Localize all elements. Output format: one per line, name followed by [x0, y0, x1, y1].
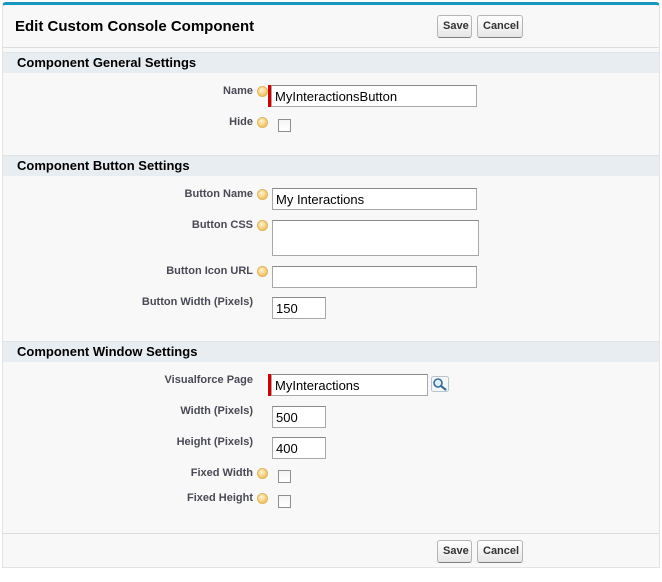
height-input[interactable]	[272, 437, 326, 459]
width-label: Width (Pixels)	[180, 405, 253, 417]
section-header-button: Component Button Settings	[3, 155, 659, 176]
button-icon-url-label: Button Icon URL	[166, 265, 253, 277]
help-icon[interactable]	[257, 220, 268, 231]
section-title: Component General Settings	[17, 55, 197, 70]
height-label: Height (Pixels)	[176, 436, 253, 448]
fixed-height-label: Fixed Height	[186, 492, 253, 504]
fixed-height-checkbox[interactable]	[278, 495, 291, 508]
visualforce-page-input[interactable]	[271, 374, 428, 396]
button-width-label: Button Width (Pixels)	[141, 296, 253, 308]
visualforce-page-label: Visualforce Page	[164, 374, 253, 386]
section-header-window: Component Window Settings	[3, 341, 659, 362]
lookup-magnifier-icon[interactable]	[431, 376, 449, 392]
save-button-bottom[interactable]: Save	[437, 540, 472, 563]
name-input[interactable]	[271, 85, 477, 107]
page-title: Edit Custom Console Component	[15, 18, 255, 35]
section-header-general: Component General Settings	[3, 52, 659, 73]
section-title: Component Window Settings	[17, 344, 198, 359]
name-label: Name	[223, 85, 253, 97]
help-icon[interactable]	[257, 117, 268, 128]
help-icon[interactable]	[257, 189, 268, 200]
help-icon[interactable]	[257, 266, 268, 277]
help-icon[interactable]	[257, 493, 268, 504]
button-name-input[interactable]	[272, 188, 477, 210]
header-divider	[3, 47, 659, 48]
hide-label: Hide	[229, 116, 253, 128]
cancel-button-bottom[interactable]: Cancel	[477, 540, 523, 563]
width-input[interactable]	[272, 406, 326, 428]
button-width-input[interactable]	[272, 297, 326, 319]
fixed-width-checkbox[interactable]	[278, 470, 291, 483]
cancel-button-top[interactable]: Cancel	[477, 15, 523, 38]
button-css-textarea[interactable]	[272, 220, 479, 256]
footer-divider	[3, 533, 659, 534]
save-button-top[interactable]: Save	[437, 15, 472, 38]
help-icon[interactable]	[257, 86, 268, 97]
button-name-label: Button Name	[184, 188, 253, 200]
button-icon-url-input[interactable]	[272, 266, 477, 288]
hide-checkbox[interactable]	[278, 119, 291, 132]
button-css-label: Button CSS	[191, 219, 253, 231]
fixed-width-label: Fixed Width	[190, 467, 253, 479]
help-icon[interactable]	[257, 468, 268, 479]
section-title: Component Button Settings	[17, 158, 190, 173]
edit-component-panel: Edit Custom Console Component Save Cance…	[2, 2, 660, 568]
